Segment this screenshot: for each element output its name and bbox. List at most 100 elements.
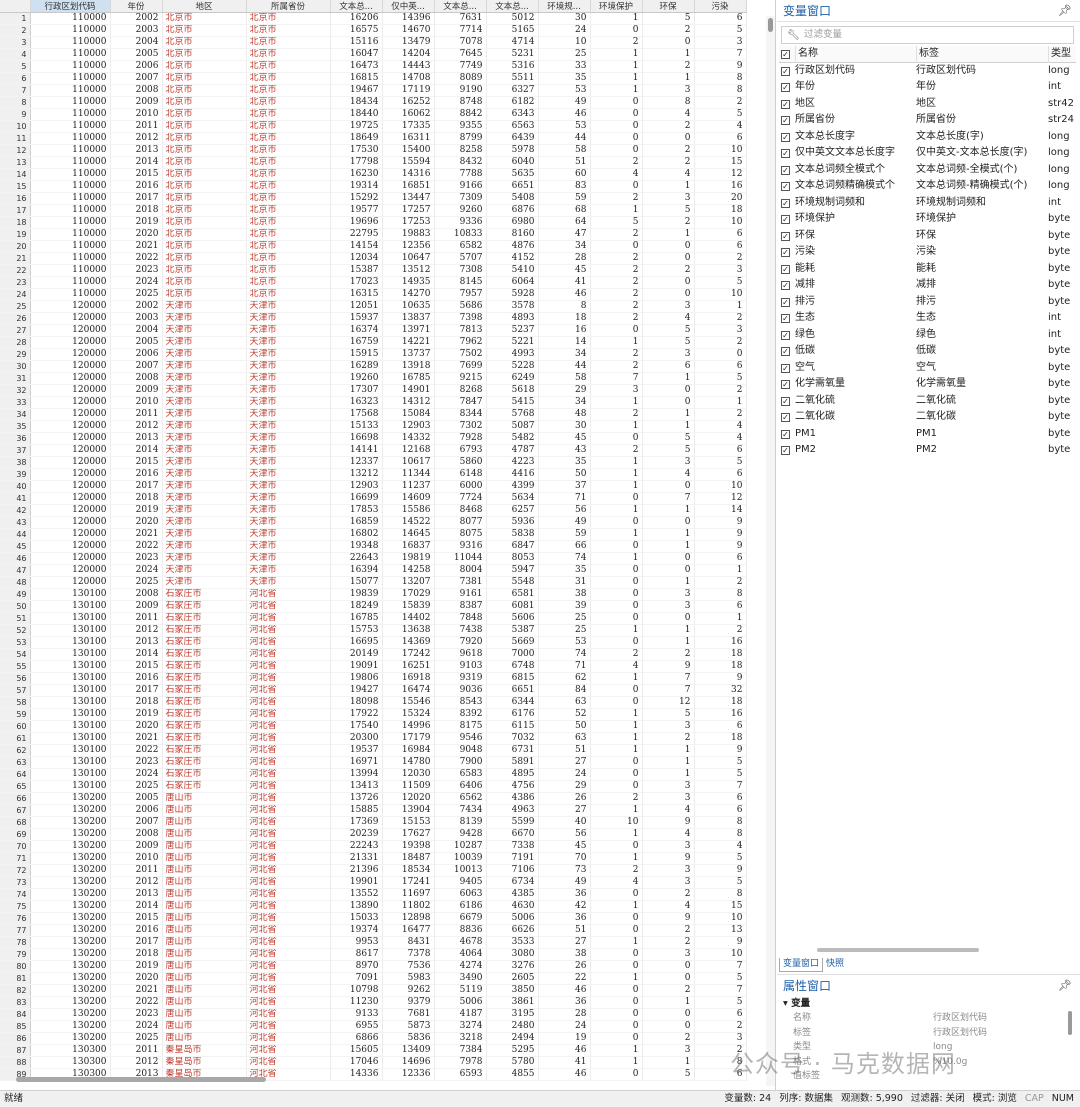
numeric-cell[interactable]: 16699 xyxy=(330,492,383,505)
column-header[interactable]: 文本总... xyxy=(486,0,539,13)
numeric-cell[interactable]: 2008 xyxy=(110,84,163,97)
numeric-cell[interactable]: 3 xyxy=(694,264,747,277)
string-cell[interactable]: 天津市 xyxy=(162,504,247,517)
numeric-cell[interactable]: 120000 xyxy=(30,444,111,457)
table-row[interactable]: 27 120000 2004 天津市 天津市 16374 13971 7813 5237 16 0 5… xyxy=(0,324,747,337)
row-number[interactable]: 26 xyxy=(0,312,31,325)
numeric-cell[interactable]: 9133 xyxy=(330,1008,383,1021)
numeric-cell[interactable]: 17119 xyxy=(382,84,435,97)
table-row[interactable]: 88 130300 2012 秦皇岛市 河北省 17046 14696 7978 5780 41 1… xyxy=(0,1056,747,1069)
data-table[interactable]: 行政区划代码 年份 地区 所属省份 文本总... 仅中英... 文本总... 文本总... 环境… xyxy=(0,0,747,1081)
numeric-cell[interactable]: 2013 xyxy=(110,432,163,445)
numeric-cell[interactable]: 7384 xyxy=(434,1044,487,1057)
numeric-cell[interactable]: 2020 xyxy=(110,516,163,529)
string-cell[interactable]: 石家庄市 xyxy=(162,624,247,637)
numeric-cell[interactable]: 2007 xyxy=(110,72,163,85)
numeric-cell[interactable]: 2021 xyxy=(110,528,163,541)
numeric-cell[interactable]: 110000 xyxy=(30,156,111,169)
string-cell[interactable]: 北京市 xyxy=(246,96,331,109)
numeric-cell[interactable]: 46 xyxy=(538,984,591,997)
numeric-cell[interactable]: 19806 xyxy=(330,672,383,685)
label-column-header[interactable]: 标签 xyxy=(916,46,1046,63)
numeric-cell[interactable]: 46 xyxy=(538,108,591,121)
string-cell[interactable]: 北京市 xyxy=(246,156,331,169)
row-number[interactable]: 67 xyxy=(0,804,31,817)
numeric-cell[interactable]: 9 xyxy=(642,852,695,865)
numeric-cell[interactable]: 70 xyxy=(538,852,591,865)
numeric-cell[interactable]: 17922 xyxy=(330,708,383,721)
string-cell[interactable]: 河北省 xyxy=(246,744,331,757)
numeric-cell[interactable]: 2023 xyxy=(110,756,163,769)
table-row[interactable]: 5 110000 2006 北京市 北京市 16473 14443 7749 5316 33 1 2 9 xyxy=(0,60,747,73)
numeric-cell[interactable]: 2018 xyxy=(110,696,163,709)
table-row[interactable]: 78 130200 2017 唐山市 河北省 9953 8431 4678 3533 27 1 2 9 xyxy=(0,936,747,949)
numeric-cell[interactable]: 16252 xyxy=(382,96,435,109)
numeric-cell[interactable]: 39 xyxy=(538,600,591,613)
numeric-cell[interactable]: 7 xyxy=(694,984,747,997)
numeric-cell[interactable]: 4893 xyxy=(486,312,539,325)
numeric-cell[interactable]: 0 xyxy=(590,180,643,193)
numeric-cell[interactable]: 3274 xyxy=(434,1020,487,1033)
numeric-cell[interactable]: 53 xyxy=(538,120,591,133)
numeric-cell[interactable]: 74 xyxy=(538,552,591,565)
numeric-cell[interactable]: 1 xyxy=(590,1056,643,1069)
numeric-cell[interactable]: 36 xyxy=(538,996,591,1009)
numeric-cell[interactable]: 2 xyxy=(590,276,643,289)
numeric-cell[interactable]: 2008 xyxy=(110,588,163,601)
numeric-cell[interactable]: 19883 xyxy=(382,228,435,241)
numeric-cell[interactable]: 20 xyxy=(694,192,747,205)
numeric-cell[interactable]: 5634 xyxy=(486,492,539,505)
numeric-cell[interactable]: 0 xyxy=(642,1020,695,1033)
numeric-cell[interactable]: 5873 xyxy=(382,1020,435,1033)
row-number[interactable]: 21 xyxy=(0,252,31,265)
table-row[interactable]: 68 130200 2007 唐山市 河北省 17369 15153 8139 5599 40 10… xyxy=(0,816,747,829)
numeric-cell[interactable]: 7091 xyxy=(330,972,383,985)
string-cell[interactable]: 北京市 xyxy=(162,204,247,217)
string-cell[interactable]: 河北省 xyxy=(246,924,331,937)
numeric-cell[interactable]: 0 xyxy=(590,696,643,709)
numeric-cell[interactable]: 9 xyxy=(694,672,747,685)
property-row[interactable]: 名称 行政区划代码 xyxy=(777,1011,1080,1026)
numeric-cell[interactable]: 18 xyxy=(694,648,747,661)
numeric-cell[interactable]: 130100 xyxy=(30,648,111,661)
row-number[interactable]: 20 xyxy=(0,240,31,253)
string-cell[interactable]: 北京市 xyxy=(162,252,247,265)
numeric-cell[interactable]: 110000 xyxy=(30,252,111,265)
numeric-cell[interactable]: 7536 xyxy=(382,960,435,973)
string-cell[interactable]: 石家庄市 xyxy=(162,672,247,685)
select-all-checkbox[interactable]: ✓ xyxy=(781,50,790,59)
numeric-cell[interactable]: 2010 xyxy=(110,396,163,409)
numeric-cell[interactable]: 130100 xyxy=(30,624,111,637)
string-cell[interactable]: 唐山市 xyxy=(162,1020,247,1033)
string-cell[interactable]: 河北省 xyxy=(246,984,331,997)
numeric-cell[interactable]: 16815 xyxy=(330,72,383,85)
string-cell[interactable]: 天津市 xyxy=(162,360,247,373)
numeric-cell[interactable]: 14369 xyxy=(382,636,435,649)
numeric-cell[interactable]: 2018 xyxy=(110,492,163,505)
numeric-cell[interactable]: 53 xyxy=(538,636,591,649)
table-row[interactable]: 58 130100 2018 石家庄市 河北省 18098 15546 8543 6344 63 0… xyxy=(0,696,747,709)
numeric-cell[interactable]: 16477 xyxy=(382,924,435,937)
variable-checkbox[interactable]: ✓ xyxy=(781,132,790,142)
string-cell[interactable]: 北京市 xyxy=(246,60,331,73)
numeric-cell[interactable]: 2024 xyxy=(110,768,163,781)
numeric-cell[interactable]: 130100 xyxy=(30,612,111,625)
numeric-cell[interactable]: 110000 xyxy=(30,204,111,217)
numeric-cell[interactable]: 17568 xyxy=(330,408,383,421)
numeric-cell[interactable]: 6 xyxy=(694,240,747,253)
row-number[interactable]: 33 xyxy=(0,396,31,409)
numeric-cell[interactable]: 1 xyxy=(590,72,643,85)
table-row[interactable]: 40 120000 2017 天津市 天津市 12903 11237 6000 4399 37 1 0… xyxy=(0,480,747,493)
numeric-cell[interactable]: 1 xyxy=(642,528,695,541)
numeric-cell[interactable]: 0 xyxy=(642,132,695,145)
row-number[interactable]: 31 xyxy=(0,372,31,385)
numeric-cell[interactable]: 2025 xyxy=(110,1032,163,1045)
numeric-cell[interactable]: 6344 xyxy=(486,696,539,709)
numeric-cell[interactable]: 2 xyxy=(694,624,747,637)
string-cell[interactable]: 河北省 xyxy=(246,876,331,889)
numeric-cell[interactable]: 62 xyxy=(538,672,591,685)
numeric-cell[interactable]: 0 xyxy=(590,684,643,697)
variable-checkbox[interactable]: ✓ xyxy=(781,182,790,191)
numeric-cell[interactable]: 110000 xyxy=(30,288,111,301)
numeric-cell[interactable]: 2024 xyxy=(110,1020,163,1033)
